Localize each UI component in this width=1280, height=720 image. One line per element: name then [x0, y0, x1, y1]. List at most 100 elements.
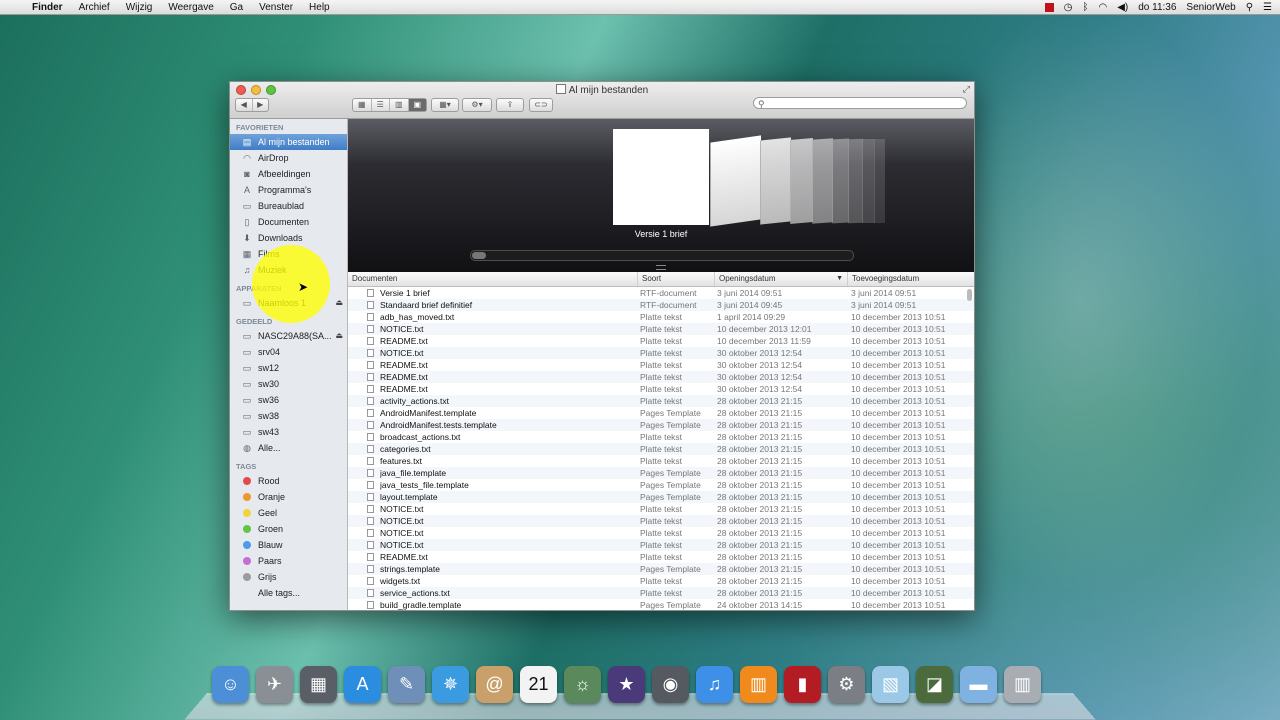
share-button[interactable]: ⇪ — [496, 98, 524, 112]
file-row[interactable]: adb_has_moved.txt Platte tekst 1 april 201… — [348, 311, 974, 323]
file-row[interactable]: activity_actions.txt Platte tekst 28 oktob… — [348, 395, 974, 407]
cover-flow-item[interactable] — [832, 138, 849, 224]
sidebar-item-shared[interactable]: ▭ NASC29A88(SA... ⏏ — [230, 328, 347, 344]
file-row[interactable]: categories.txt Platte tekst 28 oktober 201… — [348, 443, 974, 455]
sidebar-item-devices[interactable]: ▭ Naamloos 1 ⏏ — [230, 295, 347, 311]
user-menu[interactable]: SeniorWeb — [1186, 2, 1235, 13]
sidebar-item-tag[interactable]: Blauw — [230, 537, 347, 553]
file-row[interactable]: java_tests_file.template Pages Template 28… — [348, 479, 974, 491]
menu-finder[interactable]: Finder — [24, 2, 71, 13]
list-view-button[interactable]: ☰ — [372, 99, 390, 111]
volume-icon[interactable]: ◀) — [1117, 2, 1128, 13]
sidebar-item-tag[interactable]: Alle tags... — [230, 585, 347, 601]
file-row[interactable]: README.txt Platte tekst 30 oktober 2013 12… — [348, 359, 974, 371]
mission-control-icon[interactable]: ▦ — [300, 666, 337, 703]
sidebar-item-favorites[interactable]: ⬇ Downloads — [230, 230, 347, 246]
time-machine-icon[interactable]: ◷ — [1064, 2, 1073, 13]
menu-ga[interactable]: Ga — [222, 2, 251, 13]
tag-button[interactable]: ⊂⊃ — [529, 98, 553, 112]
file-row[interactable]: NOTICE.txt Platte tekst 28 oktober 2013 21… — [348, 527, 974, 539]
safari-icon[interactable]: ✵ — [432, 666, 469, 703]
file-row[interactable]: java_file.template Pages Template 28 oktob… — [348, 467, 974, 479]
file-row[interactable]: broadcast_actions.txt Platte tekst 28 okto… — [348, 431, 974, 443]
list-scrollbar[interactable] — [967, 289, 972, 301]
sidebar-item-shared[interactable]: ▭ sw38 — [230, 408, 347, 424]
calendar-icon[interactable]: 21 — [520, 666, 557, 703]
notifications-icon[interactable]: ☰ — [1263, 2, 1272, 13]
sidebar-item-shared[interactable]: ▭ sw12 — [230, 360, 347, 376]
column-view-button[interactable]: ▥ — [390, 99, 409, 111]
column-header-name[interactable]: Documenten — [348, 272, 638, 286]
file-row[interactable]: strings.template Pages Template 28 oktober… — [348, 563, 974, 575]
cover-flow-selected-preview[interactable] — [613, 129, 709, 225]
sidebar-item-favorites[interactable]: ◠ AirDrop — [230, 150, 347, 166]
launchpad-icon[interactable]: ✈ — [256, 666, 293, 703]
forward-button[interactable]: ▶ — [253, 99, 269, 111]
eject-icon[interactable]: ⏏ — [335, 328, 343, 344]
iphoto-icon[interactable]: ☼ — [564, 666, 601, 703]
recording-icon[interactable] — [1044, 2, 1054, 12]
clock[interactable]: do 11:36 — [1138, 2, 1176, 13]
menu-archief[interactable]: Archief — [71, 2, 118, 13]
preview-icon[interactable]: ✎ — [388, 666, 425, 703]
file-row[interactable]: NOTICE.txt Platte tekst 28 oktober 2013 21… — [348, 503, 974, 515]
file-row[interactable]: NOTICE.txt Platte tekst 28 oktober 2013 21… — [348, 539, 974, 551]
file-row[interactable]: Versie 1 brief RTF-document 3 juni 2014 09… — [348, 287, 974, 299]
trash-icon[interactable]: ▥ — [1004, 666, 1041, 703]
file-row[interactable]: layout.template Pages Template 28 oktober … — [348, 491, 974, 503]
cover-flow-item[interactable] — [848, 138, 863, 224]
sidebar-item-favorites[interactable]: A Programma's — [230, 182, 347, 198]
file-row[interactable]: build_gradle.template Pages Template 24 ok… — [348, 599, 974, 610]
file-row[interactable]: README.txt Platte tekst 30 oktober 2013 12… — [348, 371, 974, 383]
cover-flow-item[interactable] — [710, 135, 761, 227]
app-store-icon[interactable]: A — [344, 666, 381, 703]
menu-help[interactable]: Help — [301, 2, 338, 13]
sidebar-item-favorites[interactable]: ▯ Documenten — [230, 214, 347, 230]
sidebar-item-shared[interactable]: ▭ sw36 — [230, 392, 347, 408]
ibooks-icon[interactable]: ▥ — [740, 666, 777, 703]
column-header-opened[interactable]: Openingsdatum ▼ — [715, 272, 848, 286]
finder-icon[interactable]: ☺ — [212, 666, 249, 703]
file-row[interactable]: NOTICE.txt Platte tekst 30 oktober 2013 12… — [348, 347, 974, 359]
file-row[interactable]: README.txt Platte tekst 30 oktober 2013 12… — [348, 383, 974, 395]
cover-flow-item[interactable] — [790, 137, 813, 225]
file-row[interactable]: features.txt Platte tekst 28 oktober 2013 … — [348, 455, 974, 467]
system-preferences-icon[interactable]: ⚙ — [828, 666, 865, 703]
dashboard-icon[interactable]: ◪ — [916, 666, 953, 703]
action-button[interactable]: ⚙▾ — [462, 98, 492, 112]
sidebar-item-favorites[interactable]: ♫ Muziek — [230, 262, 347, 278]
spotlight-icon[interactable]: ⚲ — [1246, 2, 1253, 13]
folder-icon[interactable]: ▬ — [960, 666, 997, 703]
itunes-icon[interactable]: ♫ — [696, 666, 733, 703]
coverflow-view-button[interactable]: ▣ — [408, 99, 426, 111]
sidebar-item-tag[interactable]: Groen — [230, 521, 347, 537]
file-row[interactable]: README.txt Platte tekst 10 december 2013 1… — [348, 335, 974, 347]
sidebar-item-favorites[interactable]: ▦ Films — [230, 246, 347, 262]
sidebar-item-shared[interactable]: ◍ Alle... — [230, 440, 347, 456]
search-input[interactable]: ⚲ — [753, 97, 967, 109]
cover-flow-scroll-thumb[interactable] — [472, 252, 486, 259]
eject-icon[interactable]: ⏏ — [335, 295, 343, 311]
contacts-icon[interactable]: @ — [476, 666, 513, 703]
maps-icon[interactable]: ▧ — [872, 666, 909, 703]
sidebar-item-tag[interactable]: Paars — [230, 553, 347, 569]
photo-booth-icon[interactable]: ▮ — [784, 666, 821, 703]
splitter-handle[interactable] — [656, 265, 666, 270]
menu-weergave[interactable]: Weergave — [160, 2, 221, 13]
file-row[interactable]: AndroidManifest.template Pages Template 28… — [348, 407, 974, 419]
file-row[interactable]: AndroidManifest.tests.template Pages Temp… — [348, 419, 974, 431]
imovie-icon[interactable]: ★ — [608, 666, 645, 703]
facetime-icon[interactable]: ◉ — [652, 666, 689, 703]
file-row[interactable]: README.txt Platte tekst 28 oktober 2013 21… — [348, 551, 974, 563]
sidebar-item-shared[interactable]: ▭ srv04 — [230, 344, 347, 360]
menu-venster[interactable]: Venster — [251, 2, 301, 13]
sidebar-item-tag[interactable]: Rood — [230, 473, 347, 489]
icon-view-button[interactable]: ▦ — [353, 99, 372, 111]
file-row[interactable]: NOTICE.txt Platte tekst 10 december 2013 1… — [348, 323, 974, 335]
sidebar-item-tag[interactable]: Oranje — [230, 489, 347, 505]
cover-flow-item[interactable] — [874, 139, 885, 223]
sidebar-item-favorites[interactable]: ◙ Afbeeldingen — [230, 166, 347, 182]
cover-flow-scrollbar[interactable] — [470, 250, 854, 261]
cover-flow[interactable]: Versie 1 brief — [348, 119, 974, 272]
bluetooth-icon[interactable]: ᛒ — [1082, 2, 1088, 13]
